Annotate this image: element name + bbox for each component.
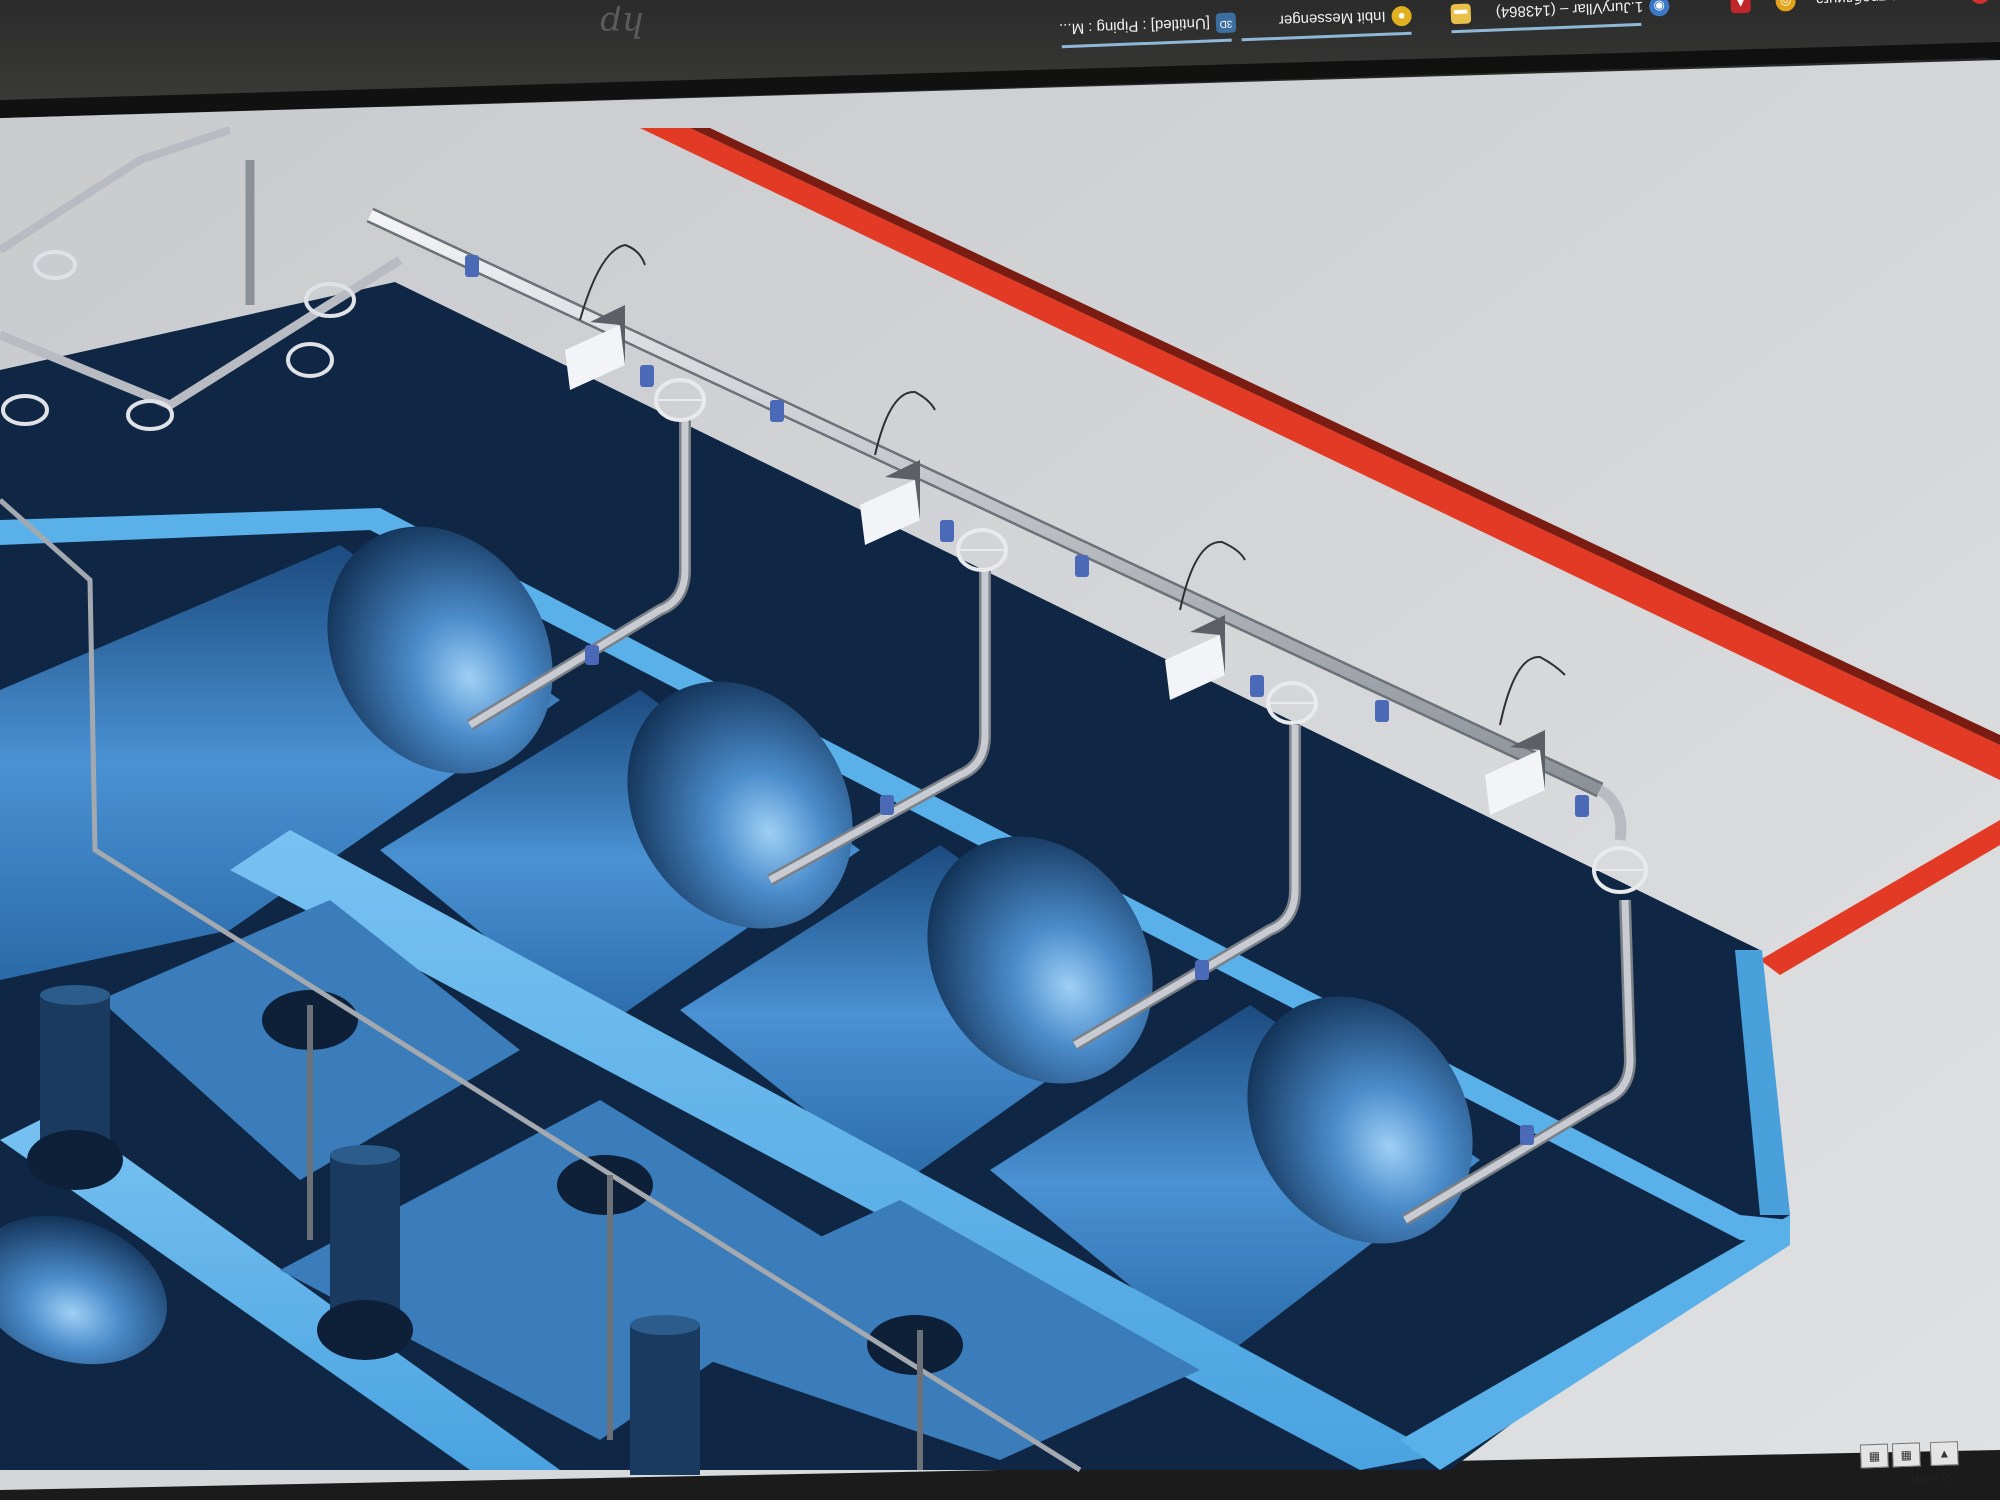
chrome-icon: ◎ bbox=[1775, 0, 1796, 12]
layout-button-1[interactable]: ▦ bbox=[1859, 1443, 1889, 1469]
monitor-logo: hp bbox=[600, 4, 644, 44]
taskbar-item-label: 1.JuryVllar – (143864) bbox=[1495, 0, 1644, 22]
taskbar-item-messenger[interactable]: ● Inbit Messenger bbox=[1278, 0, 1412, 37]
chevron-up-icon: ▲ bbox=[1938, 1446, 1951, 1461]
grid-icon: ▦ bbox=[1900, 1447, 1913, 1463]
vertical-vessel-3[interactable] bbox=[630, 1315, 700, 1475]
taskbar-item-antivirus[interactable]: ▲ bbox=[1730, 0, 1752, 19]
vertical-vessel-2[interactable] bbox=[317, 1145, 413, 1360]
taskbar-item-browser[interactable]: ◉ 1.JuryVllar – (143864) bbox=[1495, 0, 1670, 28]
vertical-vessel-1[interactable] bbox=[27, 985, 123, 1190]
folder-icon: ▬ bbox=[1450, 3, 1472, 25]
browser-icon: ◉ bbox=[1648, 0, 1670, 17]
taskbar-item-label: Inbit Messenger bbox=[1278, 8, 1386, 30]
3d-app-icon: 3D bbox=[1215, 12, 1237, 34]
status-bar: ▦ ▦ ▲ system bbox=[1760, 1440, 2000, 1500]
taskbar-item-chrome[interactable]: ◎ bbox=[1775, 0, 1796, 18]
taskbar-item-app[interactable]: ● ...качество требдинга bbox=[1815, 0, 1991, 16]
status-text: system bbox=[1910, 1471, 1953, 1488]
layout-button-2[interactable]: ▦ bbox=[1891, 1442, 1921, 1468]
piping-3d-viewport[interactable] bbox=[0, 0, 2000, 1500]
messenger-icon: ● bbox=[1391, 5, 1412, 27]
expand-button[interactable]: ▲ bbox=[1929, 1441, 1959, 1467]
taskbar-item-folder[interactable]: ▬ bbox=[1450, 0, 1472, 30]
taskbar-item-label: [Untitled] : Piping : M... bbox=[1058, 15, 1211, 38]
antivirus-icon: ▲ bbox=[1730, 0, 1752, 14]
grid-icon: ▦ bbox=[1868, 1448, 1881, 1464]
taskbar-item-piping[interactable]: 3D [Untitled] : Piping : M... bbox=[1059, 7, 1237, 46]
app-icon: ● bbox=[1969, 0, 1991, 5]
taskbar-item-label: ...качество требдинга bbox=[1815, 0, 1964, 9]
